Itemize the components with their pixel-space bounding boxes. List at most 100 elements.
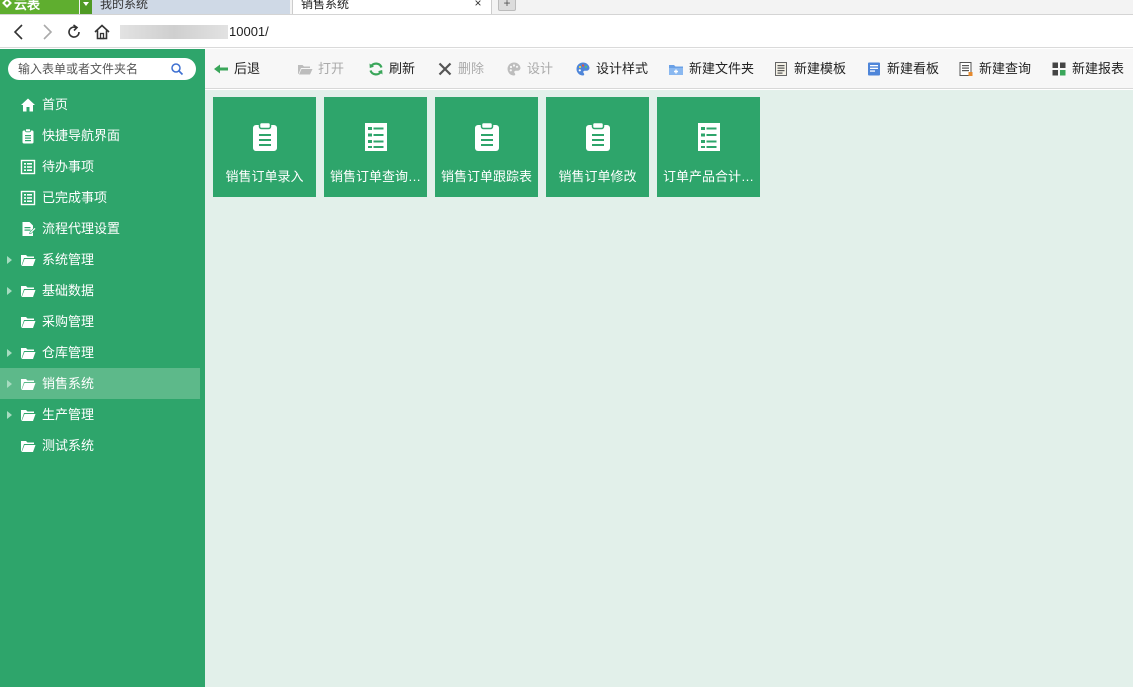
sidebar-item-label: 销售系统	[42, 376, 95, 391]
sidebar-item-label: 流程代理设置	[42, 221, 121, 236]
home-icon	[21, 98, 35, 112]
query-document-icon	[959, 62, 973, 76]
sidebar-item-label: 首页	[42, 97, 69, 112]
folder-icon	[21, 441, 36, 452]
sidebar: 首页 快捷导航界面 待办事项	[0, 49, 205, 687]
delete-x-icon	[438, 62, 452, 76]
back-arrow-icon[interactable]	[9, 22, 29, 42]
document-edit-icon	[22, 222, 36, 236]
palette-icon	[507, 62, 521, 76]
brand-logo-icon	[2, 0, 12, 8]
sidebar-item-label: 快捷导航界面	[42, 128, 121, 143]
sidebar-item-test-system[interactable]: 测试系统	[0, 430, 205, 461]
sidebar-item-home[interactable]: 首页	[0, 89, 205, 120]
brand-dropdown-icon[interactable]	[80, 0, 92, 14]
folder-icon	[21, 348, 36, 359]
refresh-label: 刷新	[389, 61, 416, 76]
report-grid-icon	[1052, 62, 1066, 76]
brand-button[interactable]: 云表	[0, 0, 79, 14]
list-icon	[20, 159, 36, 175]
sidebar-item-basic-data[interactable]: 基础数据	[0, 275, 205, 306]
sidebar-item-quick-nav[interactable]: 快捷导航界面	[0, 120, 205, 151]
folder-icon	[21, 379, 36, 390]
open-label: 打开	[318, 61, 345, 76]
folder-icon	[21, 410, 36, 421]
tab-label: 我的系统	[100, 0, 149, 11]
sidebar-item-warehouse-management[interactable]: 仓库管理	[0, 337, 205, 368]
tab-my-system[interactable]: 我的系统	[92, 0, 290, 14]
sidebar-item-system-management[interactable]: 系统管理	[0, 244, 205, 275]
tile-label: 销售订单跟踪表	[440, 169, 532, 184]
back-label: 后退	[234, 61, 261, 76]
sidebar-item-todo[interactable]: 待办事项	[0, 151, 205, 182]
tile-sales-order-modify[interactable]: 销售订单修改	[546, 97, 649, 197]
brand-label: 云表	[14, 0, 41, 12]
folder-icon	[21, 255, 36, 266]
search-input[interactable]	[18, 60, 168, 78]
template-document-icon	[775, 62, 787, 76]
new-report-label: 新建报表	[1072, 61, 1125, 76]
home-icon[interactable]	[92, 22, 112, 42]
expand-arrow-icon[interactable]	[7, 380, 12, 388]
folder-open-icon	[298, 65, 313, 75]
refresh-icon	[369, 62, 383, 76]
sidebar-item-label: 系统管理	[42, 252, 95, 267]
back-arrow-icon	[214, 64, 228, 74]
sidebar-search	[8, 58, 196, 80]
list-icon	[20, 190, 36, 206]
new-folder-icon	[669, 65, 683, 75]
forward-arrow-icon[interactable]	[37, 22, 57, 42]
tile-sales-order-entry[interactable]: 销售订单录入	[213, 97, 316, 197]
sidebar-item-label: 已完成事项	[42, 190, 108, 205]
tile-sales-order-query[interactable]: 销售订单查询…	[324, 97, 427, 197]
tile-order-product-total[interactable]: 订单产品合计…	[657, 97, 760, 197]
expand-arrow-icon[interactable]	[7, 411, 12, 419]
clipboard-icon	[475, 122, 499, 151]
tab-sales-system[interactable]: 销售系统	[292, 0, 492, 14]
sidebar-item-purchase-management[interactable]: 采购管理	[0, 306, 205, 337]
tile-label: 订单产品合计…	[662, 169, 754, 184]
sidebar-item-label: 基础数据	[42, 283, 95, 298]
clipboard-icon	[22, 128, 34, 144]
delete-label: 删除	[458, 61, 485, 76]
new-folder-label: 新建文件夹	[689, 61, 755, 76]
tile-label: 销售订单修改	[558, 169, 637, 184]
sidebar-nav: 首页 快捷导航界面 待办事项 已完成事项 流程代理设置 系统管理 基础数据 采购…	[0, 89, 205, 461]
sidebar-item-sales-system[interactable]: 销售系统	[0, 368, 200, 399]
reload-icon[interactable]	[64, 22, 84, 42]
expand-arrow-icon[interactable]	[7, 287, 12, 295]
search-icon[interactable]	[170, 62, 184, 76]
sidebar-item-label: 仓库管理	[42, 345, 95, 360]
url-redacted	[120, 25, 228, 39]
sidebar-item-label: 采购管理	[42, 314, 95, 329]
sidebar-item-proxy-settings[interactable]: 流程代理设置	[0, 213, 205, 244]
toolbar: 后退 打开 刷新 删除 设计 设计样式 新建文件夹 新建模板 新建看板 新建查询…	[205, 49, 1133, 89]
sidebar-item-label: 测试系统	[42, 438, 95, 453]
folder-icon	[21, 317, 36, 328]
tile-label: 销售订单录入	[225, 169, 304, 184]
clipboard-icon	[253, 122, 277, 151]
board-document-icon	[868, 62, 880, 76]
tile-label: 销售订单查询…	[329, 169, 421, 184]
sidebar-item-completed[interactable]: 已完成事项	[0, 182, 205, 213]
design-style-label: 设计样式	[596, 61, 649, 76]
folder-icon	[21, 286, 36, 297]
design-label: 设计	[527, 61, 554, 76]
expand-arrow-icon[interactable]	[7, 349, 12, 357]
new-template-label: 新建模板	[794, 61, 847, 76]
tile-sales-order-tracking[interactable]: 销售订单跟踪表	[435, 97, 538, 197]
expand-arrow-icon[interactable]	[7, 256, 12, 264]
clipboard-icon	[586, 122, 610, 151]
palette-icon	[576, 62, 590, 76]
sidebar-item-production-management[interactable]: 生产管理	[0, 399, 205, 430]
main-content: 销售订单录入 销售订单查询… 销售订单跟踪表 销售订单修改 订单产品合计…	[205, 90, 1133, 687]
address-bar: 10001/	[0, 16, 1133, 48]
url-field[interactable]: 10001/	[229, 24, 269, 39]
new-board-label: 新建看板	[887, 61, 940, 76]
close-icon[interactable]: ×	[472, 0, 484, 10]
new-tab-button[interactable]: +	[498, 0, 516, 11]
browser-tab-strip: 云表 我的系统 销售系统 × +	[0, 0, 1133, 15]
sidebar-item-label: 生产管理	[42, 407, 95, 422]
new-query-label: 新建查询	[979, 61, 1032, 76]
list-icon	[365, 123, 387, 151]
